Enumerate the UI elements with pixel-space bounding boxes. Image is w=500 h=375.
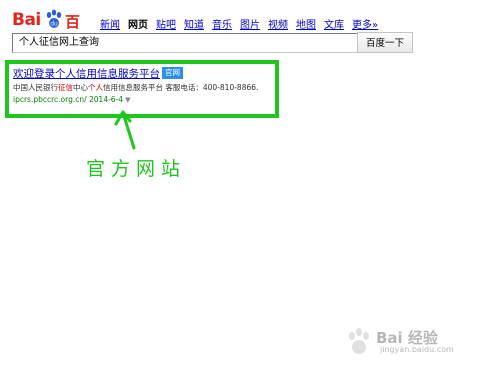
nav-item[interactable]: 更多» [352,16,378,31]
nav-item[interactable]: 地图 [296,16,316,31]
official-badge[interactable]: 官网 [162,67,183,79]
paw-icon: du [46,9,62,28]
result-abstract: 中国人民银行征信中心个人信用信息服务平台 客服电话：400-810-8866. [13,82,258,93]
baidu-logo[interactable]: Bai du 百度 [12,8,92,52]
nav-item[interactable]: 贴吧 [156,16,176,31]
top-nav: 新闻 网页 贴吧 知道 音乐 图片 视频 地图 文库 更多» [100,16,378,31]
search-input[interactable]: 个人征信网上查询 [12,33,363,53]
nav-item[interactable]: 新闻 [100,16,120,31]
abstract-pre: 中国人民银行 [13,83,58,92]
abstract-highlight-1: 征信 [58,83,73,92]
nav-item[interactable]: 网页 [128,16,148,31]
nav-item[interactable]: 知道 [184,16,204,31]
abstract-highlight-2: 个人 [88,83,103,92]
logo-text-bai: Bai [12,10,41,30]
abstract-mid: 中心 [73,83,88,92]
svg-text:du: du [50,21,58,28]
search-button[interactable]: 百度一下 [357,32,413,53]
arrow-up-icon [114,110,136,150]
watermark-url: jingyan.baidu.com [380,345,454,354]
abstract-post: 信用信息服务平台 客服电话：400-810-8866. [103,83,259,92]
nav-item[interactable]: 文库 [324,16,344,31]
result-url: ipcrs.pbccrc.org.cn/ 2014-6-4 ▼ [13,95,130,104]
result-title-link[interactable]: 欢迎登录个人信用信息服务平台 [13,66,160,81]
nav-item[interactable]: 音乐 [212,16,232,31]
annotation-text: 官方网站 [86,158,187,180]
nav-item[interactable]: 视频 [268,16,288,31]
nav-item[interactable]: 图片 [240,16,260,31]
result-url-text: ipcrs.pbccrc.org.cn/ 2014-6-4 [13,95,124,104]
chevron-down-icon[interactable]: ▼ [125,96,130,104]
